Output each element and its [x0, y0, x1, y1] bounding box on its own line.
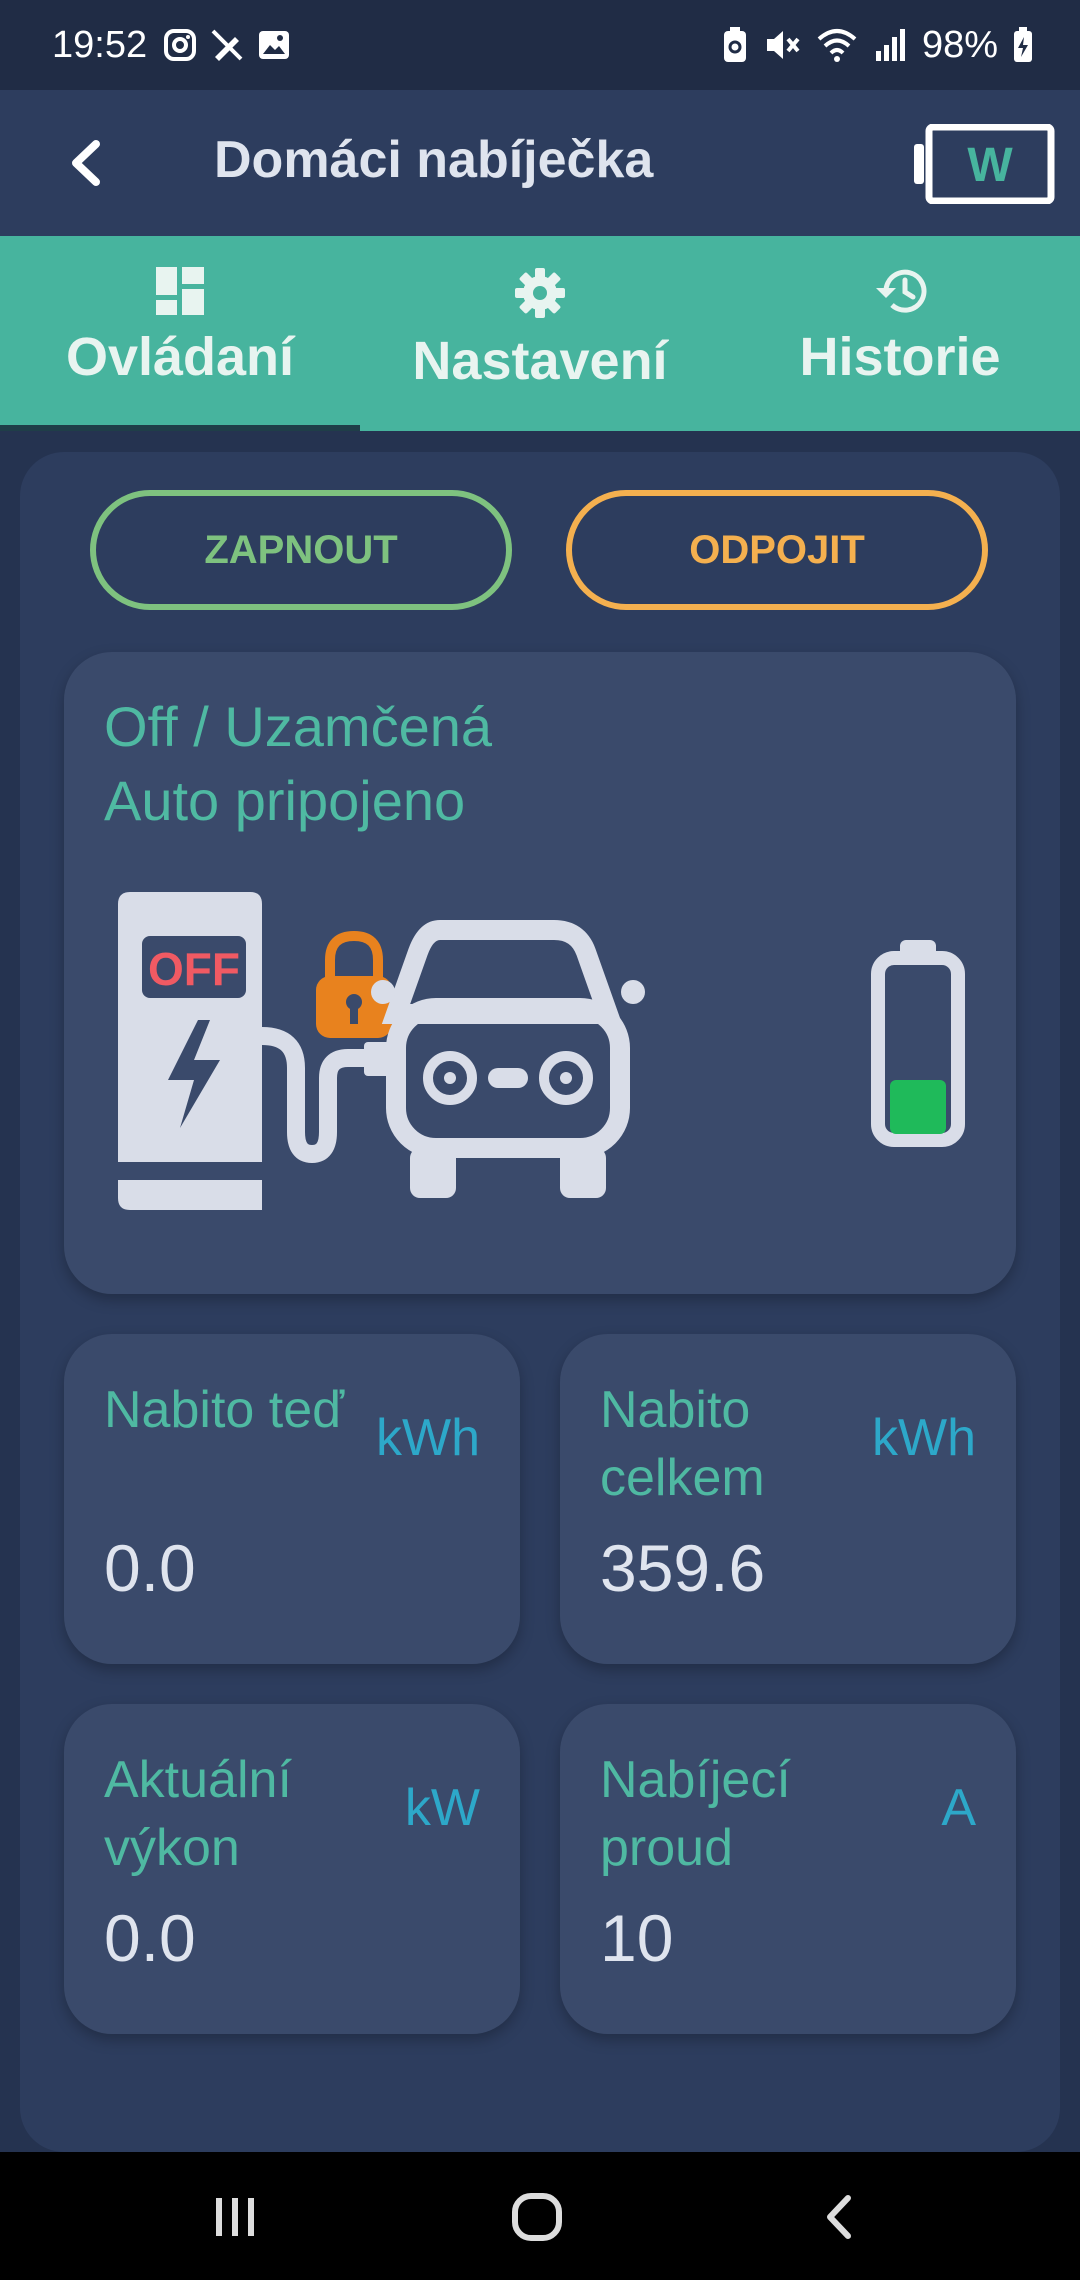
- metric-unit: kW: [404, 1779, 480, 1837]
- back-button[interactable]: [56, 130, 116, 196]
- image-icon: [257, 28, 291, 62]
- recent-apps-icon[interactable]: [210, 2192, 260, 2242]
- tab-bar: Ovládaní Nastavení Historie: [0, 236, 1080, 431]
- off-badge: OFF: [148, 943, 240, 995]
- metric-unit: kWh: [376, 1409, 480, 1467]
- metric-value: 359.6: [600, 1531, 766, 1605]
- metric-label: Nabíjecí proud: [600, 1751, 791, 1877]
- app-bar: Domáci nabíječka W: [0, 90, 1080, 236]
- metric-label: Nabito celkem: [600, 1381, 765, 1507]
- car-connection-text: Auto pripojeno: [104, 769, 466, 832]
- metric-card: Nabíjecí proud A 10: [560, 1704, 1016, 2034]
- back-nav-icon[interactable]: [820, 2192, 860, 2242]
- tab-label: Historie: [799, 327, 1001, 387]
- page-title: Domáci nabíječka: [214, 131, 654, 189]
- metric-card: Nabito celkem kWh 359.6: [560, 1334, 1016, 1664]
- home-icon[interactable]: [510, 2192, 564, 2242]
- charger-state-text: Off / Uzamčená: [104, 695, 493, 758]
- tab-nastaveni[interactable]: Nastavení: [360, 236, 720, 431]
- brand-logo: W: [914, 123, 1056, 205]
- dashboard-icon: [156, 267, 204, 315]
- charger-status-card: Off / Uzamčená Auto pripojeno OFF: [64, 652, 1016, 1294]
- metric-value: 10: [600, 1901, 674, 1975]
- metric-label: Nabito teď: [104, 1381, 345, 1439]
- status-time: 19:52: [52, 23, 148, 66]
- status-bar: 19:52 98%: [0, 0, 1080, 90]
- tab-ovladani[interactable]: Ovládaní: [0, 236, 360, 431]
- metric-unit: A: [941, 1779, 976, 1837]
- instagram-icon: [163, 28, 197, 62]
- back-arrow-icon: [72, 140, 100, 186]
- system-nav-bar: [0, 2152, 1080, 2280]
- metric-unit: kWh: [872, 1409, 976, 1467]
- history-icon: [876, 269, 927, 313]
- tab-label: Ovládaní: [65, 327, 295, 387]
- metric-value: 0.0: [104, 1531, 196, 1605]
- metric-label: Aktuální výkon: [104, 1751, 292, 1877]
- car-icon: [371, 920, 645, 1198]
- charging-illustration: OFF: [118, 892, 965, 1210]
- battery-level-icon: [871, 940, 965, 1147]
- mute-icon: [764, 27, 802, 63]
- odpojit-button[interactable]: ODPOJIT: [566, 490, 988, 610]
- tab-historie[interactable]: Historie: [720, 236, 1080, 431]
- logo-letter: W: [967, 139, 1013, 192]
- pen-off-icon: [209, 27, 245, 63]
- battery-icon: [1012, 27, 1034, 63]
- battery-percent: 98%: [921, 23, 998, 66]
- tab-label: Nastavení: [412, 331, 668, 391]
- zapnout-button[interactable]: ZAPNOUT: [90, 490, 512, 610]
- signal-icon: [872, 27, 908, 63]
- metric-value: 0.0: [104, 1901, 196, 1975]
- battery-saver-icon: [720, 26, 750, 64]
- metric-card: Nabito teď kWh 0.0: [64, 1334, 520, 1664]
- wifi-icon: [816, 27, 858, 63]
- gear-icon: [515, 268, 565, 318]
- metric-card: Aktuální výkon kW 0.0: [64, 1704, 520, 2034]
